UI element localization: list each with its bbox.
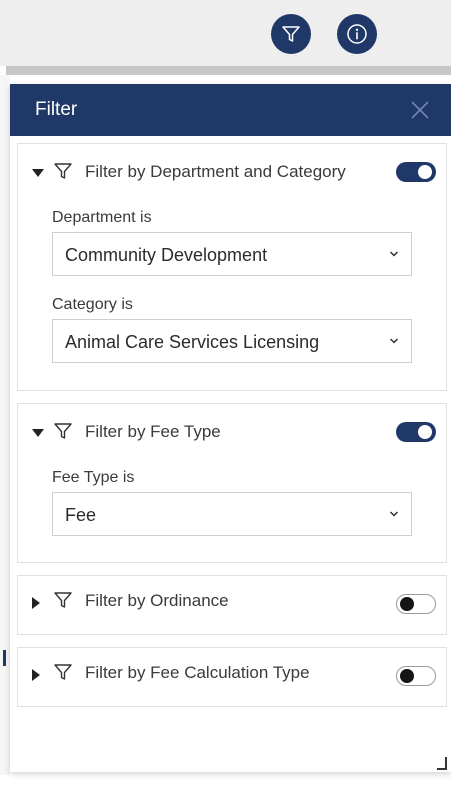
toolbar-divider	[6, 66, 451, 75]
expand-caret-icon[interactable]	[32, 597, 40, 609]
filter-card-header[interactable]: Filter by Fee Type	[18, 404, 446, 456]
filter-card-fee-calculation-type: Filter by Fee Calculation Type	[17, 647, 447, 707]
filter-card-header[interactable]: Filter by Ordinance	[18, 576, 446, 628]
filter-toggle[interactable]	[396, 666, 436, 686]
close-button[interactable]	[409, 99, 431, 121]
info-icon	[347, 24, 367, 44]
filter-card-title: Filter by Department and Category	[85, 162, 346, 181]
chevron-down-icon	[389, 338, 399, 344]
department-label: Department is	[52, 209, 152, 226]
map-edge-marker	[3, 650, 6, 666]
info-toolbar-button[interactable]	[337, 14, 377, 54]
resize-handle-icon[interactable]	[437, 757, 447, 770]
filter-icon	[282, 26, 300, 42]
department-select-value: Community Development	[65, 245, 268, 265]
filter-toggle[interactable]	[396, 422, 436, 442]
filter-toggle[interactable]	[396, 162, 436, 182]
filter-toggle[interactable]	[396, 594, 436, 614]
filter-card-header[interactable]: Filter by Fee Calculation Type	[18, 648, 446, 700]
chevron-down-icon	[389, 251, 399, 257]
filter-icon	[54, 664, 72, 680]
filter-card-department-category: Filter by Department and Category Depart…	[17, 143, 447, 391]
map-edge	[0, 75, 10, 775]
collapse-caret-icon[interactable]	[32, 429, 44, 437]
close-icon	[411, 101, 429, 119]
chevron-down-icon	[389, 511, 399, 517]
filter-card-title: Filter by Ordinance	[85, 591, 229, 610]
category-label: Category is	[52, 296, 133, 313]
category-select-value: Animal Care Services Licensing	[65, 332, 320, 352]
fee-type-select-value: Fee	[65, 505, 97, 525]
filter-card-fee-type: Filter by Fee Type Fee Type is Fee	[17, 403, 447, 563]
filter-card-ordinance: Filter by Ordinance	[17, 575, 447, 635]
fee-type-select[interactable]: Fee	[52, 492, 412, 536]
filter-toolbar-button[interactable]	[271, 14, 311, 54]
filter-panel: Filter Filter by Department and Category…	[10, 84, 451, 772]
top-toolbar	[0, 0, 451, 66]
filter-card-header[interactable]: Filter by Department and Category	[18, 144, 446, 196]
category-select[interactable]: Animal Care Services Licensing	[52, 319, 412, 363]
panel-header: Filter	[10, 84, 451, 136]
filter-card-title: Filter by Fee Calculation Type	[85, 663, 310, 682]
expand-caret-icon[interactable]	[32, 669, 40, 681]
filter-icon	[54, 163, 72, 179]
filter-icon	[54, 423, 72, 439]
filter-card-title: Filter by Fee Type	[85, 422, 221, 441]
fee-type-label: Fee Type is	[52, 469, 135, 486]
collapse-caret-icon[interactable]	[32, 169, 44, 177]
department-select[interactable]: Community Development	[52, 232, 412, 276]
filter-icon	[54, 592, 72, 608]
panel-title: Filter	[35, 99, 78, 120]
